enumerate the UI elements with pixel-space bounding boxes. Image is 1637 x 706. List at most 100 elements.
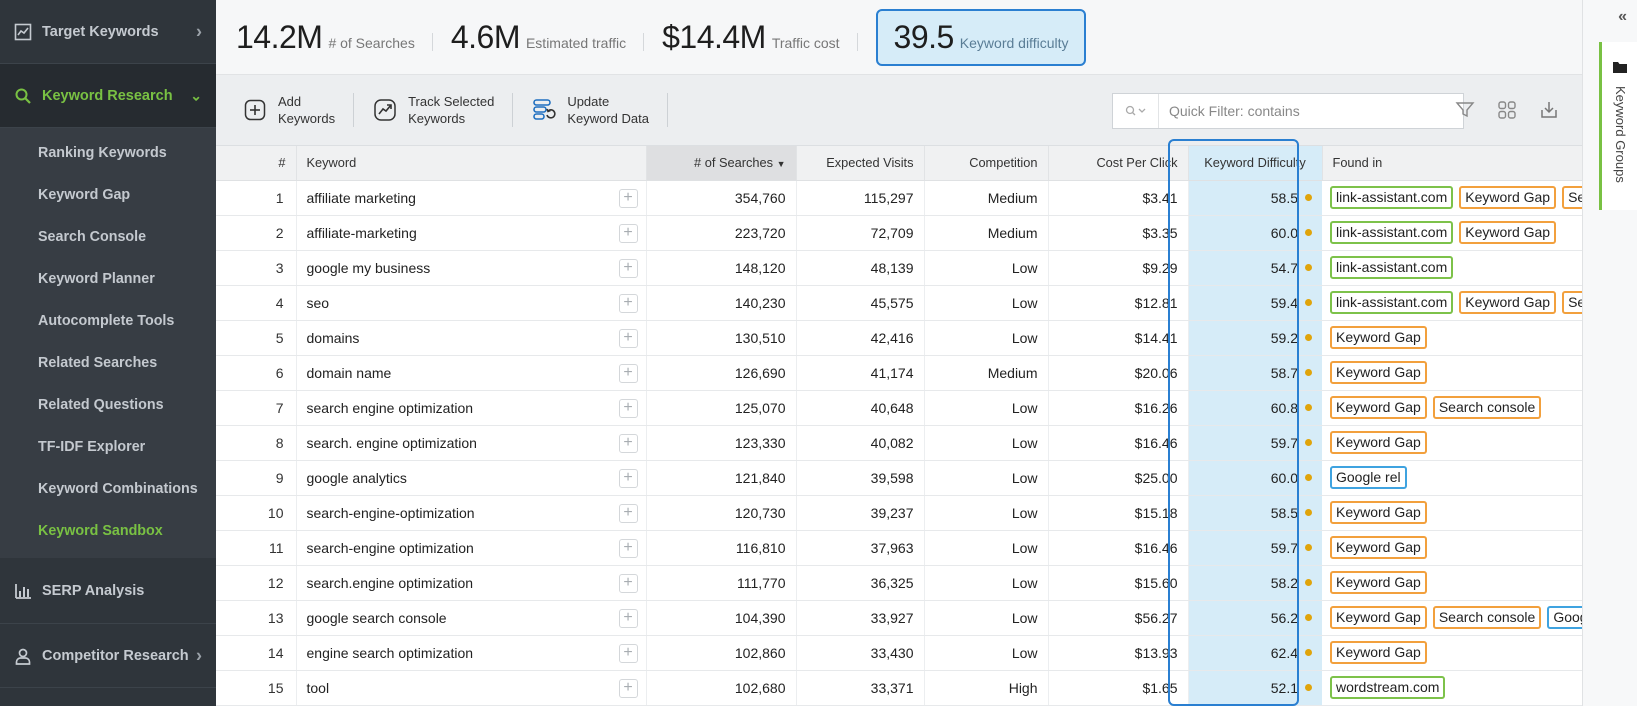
sidebar-item-autocomplete-tools[interactable]: Autocomplete Tools bbox=[0, 300, 216, 342]
expected-visits-cell-text: 48,139 bbox=[870, 259, 914, 276]
column-header-keyword[interactable]: Keyword bbox=[296, 146, 647, 181]
keyword-cell: affiliate-marketing + bbox=[296, 215, 647, 251]
add-keyword-plus-icon[interactable]: + bbox=[618, 538, 638, 558]
source-tag[interactable]: Se bbox=[1562, 291, 1581, 314]
source-tag[interactable]: Goog bbox=[1547, 606, 1581, 629]
add-keyword-plus-icon[interactable]: + bbox=[618, 643, 638, 663]
label-line: Add bbox=[278, 94, 302, 109]
source-tag[interactable]: Keyword Gap bbox=[1330, 326, 1427, 349]
cpc-cell-text: $25.00 bbox=[1134, 469, 1178, 486]
table-row[interactable]: 4 seo +140,230 45,575 Low $12.81 59.4 link-assi… bbox=[216, 285, 1582, 321]
row-index-text: 4 bbox=[275, 294, 284, 311]
add-keyword-plus-icon[interactable]: + bbox=[618, 188, 638, 208]
update-keyword-data-button[interactable]: Update Keyword Data bbox=[531, 93, 668, 127]
source-tag[interactable]: Search console bbox=[1432, 606, 1542, 629]
source-tag[interactable]: wordstream.com bbox=[1330, 676, 1446, 699]
table-row[interactable]: 10 search-engine-optimization +120,730 39,2… bbox=[216, 495, 1582, 531]
source-tag[interactable]: Google rel bbox=[1330, 466, 1407, 489]
keyword-groups-tab[interactable]: Keyword Groups bbox=[1599, 42, 1637, 210]
keyword-cell: domain name + bbox=[296, 355, 647, 391]
sidebar-item-ranking-keywords[interactable]: Ranking Keywords bbox=[0, 132, 216, 174]
export-icon[interactable] bbox=[1536, 97, 1562, 123]
source-tag[interactable]: Keyword Gap bbox=[1330, 606, 1427, 629]
grid-view-icon[interactable] bbox=[1494, 97, 1520, 123]
sidebar-item-keyword-sandbox[interactable]: Keyword Sandbox bbox=[0, 510, 216, 552]
add-keyword-plus-icon[interactable]: + bbox=[618, 503, 638, 523]
competition-cell-text: Low bbox=[1011, 504, 1038, 521]
sidebar-item-search-console[interactable]: Search Console bbox=[0, 216, 216, 258]
table-row[interactable]: 11 search-engine optimization +116,810 37,9… bbox=[216, 530, 1582, 566]
table-row[interactable]: 12 search.engine optimization +111,770 36,3… bbox=[216, 565, 1582, 601]
nav-keyword-research[interactable]: Keyword Research ⌄ bbox=[0, 64, 216, 128]
sidebar-item-keyword-combinations[interactable]: Keyword Combinations bbox=[0, 468, 216, 510]
table-row[interactable]: 1 affiliate marketing +354,760 115,297 Mediu… bbox=[216, 180, 1582, 216]
column-header-expected-visits[interactable]: Expected Visits bbox=[796, 146, 925, 181]
source-tag[interactable]: Keyword Gap bbox=[1459, 291, 1557, 314]
column-header-index[interactable]: # bbox=[216, 146, 297, 181]
add-keyword-plus-icon[interactable]: + bbox=[618, 328, 638, 348]
cpc-cell: $3.41 bbox=[1048, 180, 1189, 216]
metric-label: Traffic cost bbox=[771, 34, 840, 51]
source-tag[interactable]: link-assistant.com bbox=[1330, 291, 1454, 314]
quick-filter-input[interactable] bbox=[1159, 103, 1449, 119]
add-keyword-plus-icon[interactable]: + bbox=[618, 363, 638, 383]
table-row[interactable]: 8 search. engine optimization +123,330 40,0… bbox=[216, 425, 1582, 461]
source-tag[interactable]: link-assistant.com bbox=[1330, 221, 1454, 244]
source-tag[interactable]: Keyword Gap bbox=[1330, 641, 1427, 664]
source-tag[interactable]: Keyword Gap bbox=[1459, 221, 1557, 244]
difficulty-dot-icon bbox=[1305, 263, 1312, 271]
sidebar-item-related-searches[interactable]: Related Searches bbox=[0, 342, 216, 384]
source-tag[interactable]: Keyword Gap bbox=[1330, 536, 1427, 559]
column-header-searches[interactable]: # of Searches ▼ bbox=[646, 146, 797, 181]
add-keyword-plus-icon[interactable]: + bbox=[618, 468, 638, 488]
track-selected-keywords-button[interactable]: Track Selected Keywords bbox=[372, 93, 514, 127]
table-row[interactable]: 9 google analytics +121,840 39,598 Low $25.00… bbox=[216, 460, 1582, 496]
add-keyword-plus-icon[interactable]: + bbox=[618, 293, 638, 313]
nav-serp-analysis[interactable]: SERP Analysis bbox=[0, 558, 216, 624]
row-index: 2 bbox=[216, 215, 297, 251]
add-keyword-plus-icon[interactable]: + bbox=[618, 608, 638, 628]
add-keywords-button[interactable]: Add Keywords bbox=[242, 93, 355, 127]
table-row[interactable]: 15 tool +102,680 33,371 High $1.65 52.1 wordstr… bbox=[216, 670, 1582, 706]
sidebar-item-related-questions[interactable]: Related Questions bbox=[0, 384, 216, 426]
source-tag[interactable]: Keyword Gap bbox=[1330, 361, 1427, 384]
column-header-cost-per-click[interactable]: Cost Per Click bbox=[1048, 146, 1189, 181]
source-tag[interactable]: Keyword Gap bbox=[1330, 396, 1427, 419]
cpc-cell: $12.81 bbox=[1048, 285, 1189, 321]
add-keyword-plus-icon[interactable]: + bbox=[618, 433, 638, 453]
add-keyword-plus-icon[interactable]: + bbox=[618, 258, 638, 278]
expected-visits-cell-text: 41,174 bbox=[870, 364, 914, 381]
nav-competitor-research[interactable]: Competitor Research › bbox=[0, 624, 216, 688]
source-tag[interactable]: Keyword Gap bbox=[1459, 186, 1557, 209]
expected-visits-cell-text: 33,430 bbox=[870, 644, 914, 661]
filter-icon[interactable] bbox=[1452, 97, 1478, 123]
table-row[interactable]: 6 domain name +126,690 41,174 Medium $20.06 58… bbox=[216, 355, 1582, 391]
table-row[interactable]: 2 affiliate-marketing +223,720 72,709 Medium… bbox=[216, 215, 1582, 251]
search-dropdown-icon[interactable] bbox=[1113, 94, 1159, 128]
table-row[interactable]: 5 domains +130,510 42,416 Low $14.41 59.2 Keywo… bbox=[216, 320, 1582, 356]
sidebar-item-keyword-gap[interactable]: Keyword Gap bbox=[0, 174, 216, 216]
source-tag[interactable]: link-assistant.com bbox=[1330, 186, 1454, 209]
keyword-difficulty-cell: 62.4 bbox=[1188, 635, 1322, 671]
sidebar-item-tf-idf-explorer[interactable]: TF-IDF Explorer bbox=[0, 426, 216, 468]
sidebar-item-keyword-planner[interactable]: Keyword Planner bbox=[0, 258, 216, 300]
table-row[interactable]: 3 google my business +148,120 48,139 Low $9.2… bbox=[216, 250, 1582, 286]
source-tag[interactable]: Keyword Gap bbox=[1330, 571, 1427, 594]
source-tag[interactable]: Se bbox=[1562, 186, 1581, 209]
column-header-keyword-difficulty[interactable]: Keyword Difficulty bbox=[1188, 146, 1323, 181]
source-tag[interactable]: link-assistant.com bbox=[1330, 256, 1454, 279]
add-keyword-plus-icon[interactable]: + bbox=[618, 398, 638, 418]
add-keyword-plus-icon[interactable]: + bbox=[618, 678, 638, 698]
table-row[interactable]: 13 google search console +104,390 33,927 Low… bbox=[216, 600, 1582, 636]
table-row[interactable]: 14 engine search optimization +102,860 33,4… bbox=[216, 635, 1582, 671]
add-keyword-plus-icon[interactable]: + bbox=[618, 573, 638, 593]
source-tag[interactable]: Search console bbox=[1432, 396, 1542, 419]
source-tag[interactable]: Keyword Gap bbox=[1330, 431, 1427, 454]
add-keyword-plus-icon[interactable]: + bbox=[618, 223, 638, 243]
source-tag[interactable]: Keyword Gap bbox=[1330, 501, 1427, 524]
nav-target-keywords[interactable]: Target Keywords › bbox=[0, 0, 216, 64]
column-header-found-in[interactable]: Found in bbox=[1322, 146, 1582, 181]
table-row[interactable]: 7 search engine optimization +125,070 40,64… bbox=[216, 390, 1582, 426]
collapse-panel-button[interactable]: « bbox=[1618, 8, 1627, 26]
column-header-competition[interactable]: Competition bbox=[924, 146, 1049, 181]
